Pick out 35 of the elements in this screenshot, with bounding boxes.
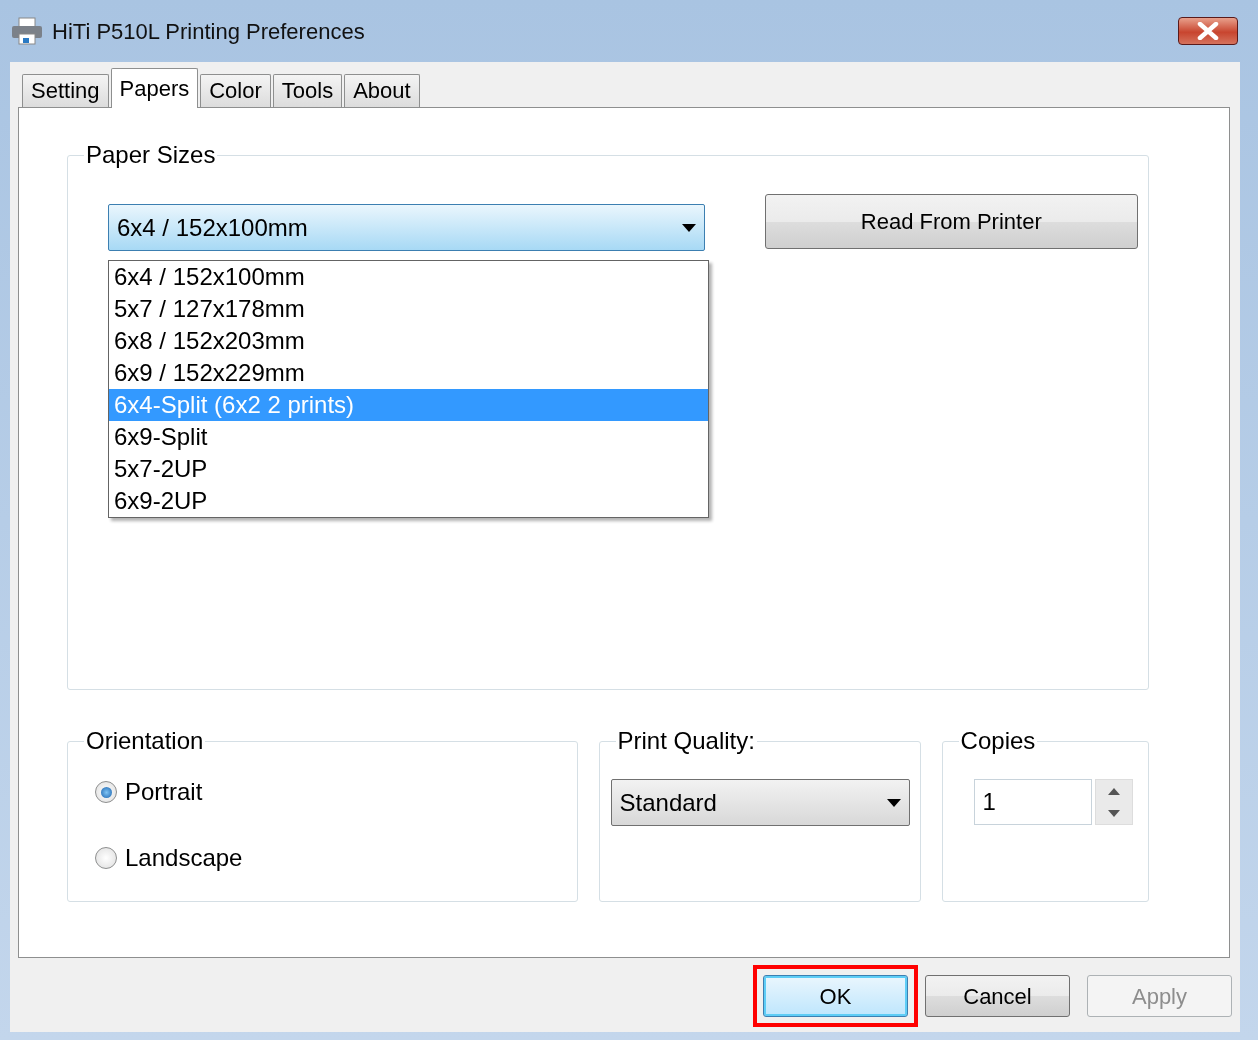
group-label: Copies <box>959 728 1037 754</box>
spin-control[interactable] <box>1094 779 1133 825</box>
print-quality-dropdown[interactable]: Standard <box>610 779 910 826</box>
paper-size-dropdown[interactable]: 6x4 / 152x100mm <box>108 204 705 251</box>
radio-label: Portrait <box>125 777 203 807</box>
group-label: Paper Sizes <box>85 142 217 168</box>
printer-icon <box>10 16 44 46</box>
window-title: HiTi P510L Printing Preferences <box>52 17 365 46</box>
dropdown-option[interactable]: 6x9-Split <box>109 421 708 453</box>
dropdown-arrow-icon <box>886 798 901 807</box>
tab[interactable]: About <box>344 74 420 107</box>
dialog-button[interactable]: Cancel <box>925 975 1070 1017</box>
radio-label: Landscape <box>125 843 243 873</box>
tab[interactable]: Setting <box>22 74 109 107</box>
dropdown-option[interactable]: 6x8 / 152x203mm <box>109 325 708 357</box>
tab[interactable]: Papers <box>110 68 199 108</box>
tab[interactable]: Color <box>200 74 271 107</box>
read-from-printer-button[interactable]: Read From Printer <box>764 194 1138 249</box>
dialog-button[interactable]: OK <box>763 975 908 1017</box>
dropdown-arrow-icon <box>681 223 696 232</box>
close-icon <box>1196 22 1220 40</box>
down-arrow-icon <box>1107 809 1120 817</box>
dropdown-option[interactable]: 6x4 / 152x100mm <box>109 261 708 293</box>
up-arrow-icon <box>1107 787 1120 795</box>
dropdown-option[interactable]: 6x9-2UP <box>109 485 708 517</box>
group-label: Orientation <box>85 728 205 754</box>
dropdown-option[interactable]: 5x7 / 127x178mm <box>109 293 708 325</box>
dropdown-option[interactable]: 5x7-2UP <box>109 453 708 485</box>
dropdown-option[interactable]: 6x9 / 152x229mm <box>109 357 708 389</box>
group-label: Print Quality: <box>616 728 756 754</box>
radio-button[interactable] <box>95 781 117 803</box>
copies-input[interactable]: 1 <box>973 779 1092 825</box>
radio-button[interactable] <box>95 847 117 869</box>
tab[interactable]: Tools <box>272 74 343 107</box>
close-button[interactable] <box>1178 17 1238 45</box>
